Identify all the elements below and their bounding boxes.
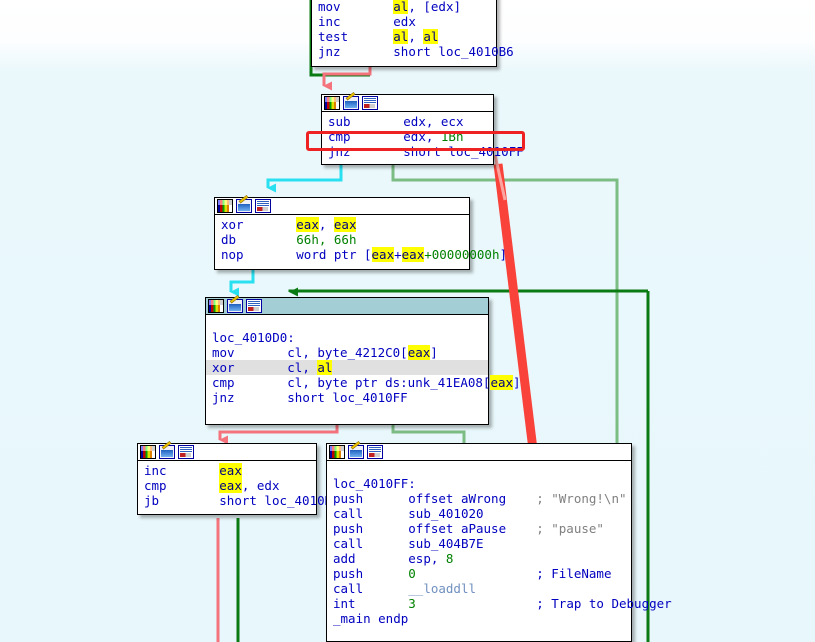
block-loc-4010D0-body: loc_4010D0: mov cl, byte_4212C0[eax] xor… — [206, 315, 521, 407]
block-length-check[interactable]: sub edx, ecx cmp edx, 1Bh jnz short loc_… — [321, 94, 524, 165]
palette-icon[interactable] — [208, 299, 224, 313]
graph-canvas[interactable]: mov al, [edx] inc edx test al, al jnz sh… — [0, 0, 815, 642]
palette-icon[interactable] — [329, 445, 345, 459]
palette-icon[interactable] — [217, 199, 233, 213]
edge-top-to-cmp — [322, 66, 372, 91]
node-titlebar[interactable] — [206, 298, 488, 315]
palette-icon[interactable] — [140, 445, 156, 459]
asm-line[interactable]: cmp cl, byte ptr ds:unk_41EA08[eax] — [206, 375, 521, 390]
asm-line[interactable]: _main endp — [327, 611, 631, 626]
block-loc-4010D0[interactable]: loc_4010D0: mov cl, byte_4212C0[eax] xor… — [205, 297, 521, 425]
asm-line[interactable]: add esp, 8 — [327, 551, 631, 566]
block-loc-4010FF[interactable]: loc_4010FF: push offset aWrong ; "Wrong!… — [326, 443, 672, 642]
node-titlebar[interactable] — [322, 95, 493, 112]
edit-image-icon[interactable] — [159, 445, 175, 459]
asm-line[interactable]: nop word ptr [eax+eax+00000000h] — [215, 247, 507, 262]
edge-rail-to-loop — [288, 287, 648, 297]
asm-line[interactable]: inc edx — [312, 14, 496, 29]
edge-loop-to-inc — [218, 425, 339, 445]
block-label-loc-4010FF: loc_4010FF: — [333, 476, 416, 491]
asm-line[interactable]: jnz short loc_4010B6 — [312, 44, 514, 59]
asm-line[interactable]: inc eax — [138, 463, 316, 478]
node-titlebar[interactable] — [215, 198, 469, 215]
text-lines-icon[interactable] — [246, 299, 262, 313]
asm-line[interactable]: jb short loc_4010D0 — [138, 493, 340, 508]
text-lines-icon[interactable] — [367, 445, 383, 459]
asm-line[interactable]: jnz short loc_4010FF — [206, 390, 488, 405]
edge-xorinit-to-loop — [229, 270, 255, 297]
asm-line[interactable]: mov al, [edx] — [312, 0, 496, 14]
asm-line[interactable]: push offset aPause ; "pause" — [327, 521, 631, 536]
annotation-highlight-box — [306, 131, 525, 151]
edit-image-icon[interactable] — [227, 299, 243, 313]
asm-line[interactable]: call sub_404B7E — [327, 536, 631, 551]
asm-line[interactable]: db 66h, 66h — [215, 232, 469, 247]
edit-image-icon[interactable] — [348, 445, 364, 459]
block-loop-increment-body: inc eax cmp eax, edx jb short loc_4010D0 — [138, 461, 340, 510]
block-loc-4010FF-body: loc_4010FF: push offset aWrong ; "Wrong!… — [327, 461, 672, 628]
edit-image-icon[interactable] — [236, 199, 252, 213]
asm-line[interactable]: sub edx, ecx — [322, 114, 493, 129]
asm-line[interactable]: call sub_401020 — [327, 506, 631, 521]
asm-line-selected[interactable]: xor cl, al — [206, 360, 488, 375]
node-titlebar[interactable] — [138, 444, 316, 461]
asm-line[interactable]: mov cl, byte_4212C0[eax] — [206, 345, 488, 360]
asm-line[interactable]: push 0 ; FileName — [327, 566, 631, 581]
block-init-counter-body: xor eax, eax db 66h, 66h nop word ptr [e… — [215, 215, 507, 264]
text-lines-icon[interactable] — [362, 96, 378, 110]
edge-cmp-to-xorinit — [266, 165, 343, 193]
asm-line[interactable]: int 3 ; Trap to Debugger — [327, 596, 672, 611]
edit-image-icon[interactable] — [343, 96, 359, 110]
text-lines-icon[interactable] — [178, 445, 194, 459]
node-titlebar[interactable] — [327, 444, 631, 461]
palette-icon[interactable] — [324, 96, 340, 110]
block-loop-increment[interactable]: inc eax cmp eax, edx jb short loc_4010D0 — [137, 443, 340, 515]
asm-line[interactable]: xor eax, eax — [215, 217, 469, 232]
asm-line[interactable]: call __loaddll — [327, 581, 631, 596]
asm-line[interactable]: push offset aWrong ; "Wrong!\n" — [327, 491, 631, 506]
block-init-counter[interactable]: xor eax, eax db 66h, 66h nop word ptr [e… — [214, 197, 507, 270]
text-lines-icon[interactable] — [255, 199, 271, 213]
block-string-scan[interactable]: mov al, [edx] inc edx test al, al jnz sh… — [311, 0, 514, 67]
asm-line[interactable]: cmp eax, edx — [138, 478, 316, 493]
block-label-loc-4010D0: loc_4010D0: — [212, 330, 295, 345]
block-string-scan-body: mov al, [edx] inc edx test al, al jnz sh… — [312, 0, 514, 61]
asm-line[interactable]: test al, al — [312, 29, 496, 44]
